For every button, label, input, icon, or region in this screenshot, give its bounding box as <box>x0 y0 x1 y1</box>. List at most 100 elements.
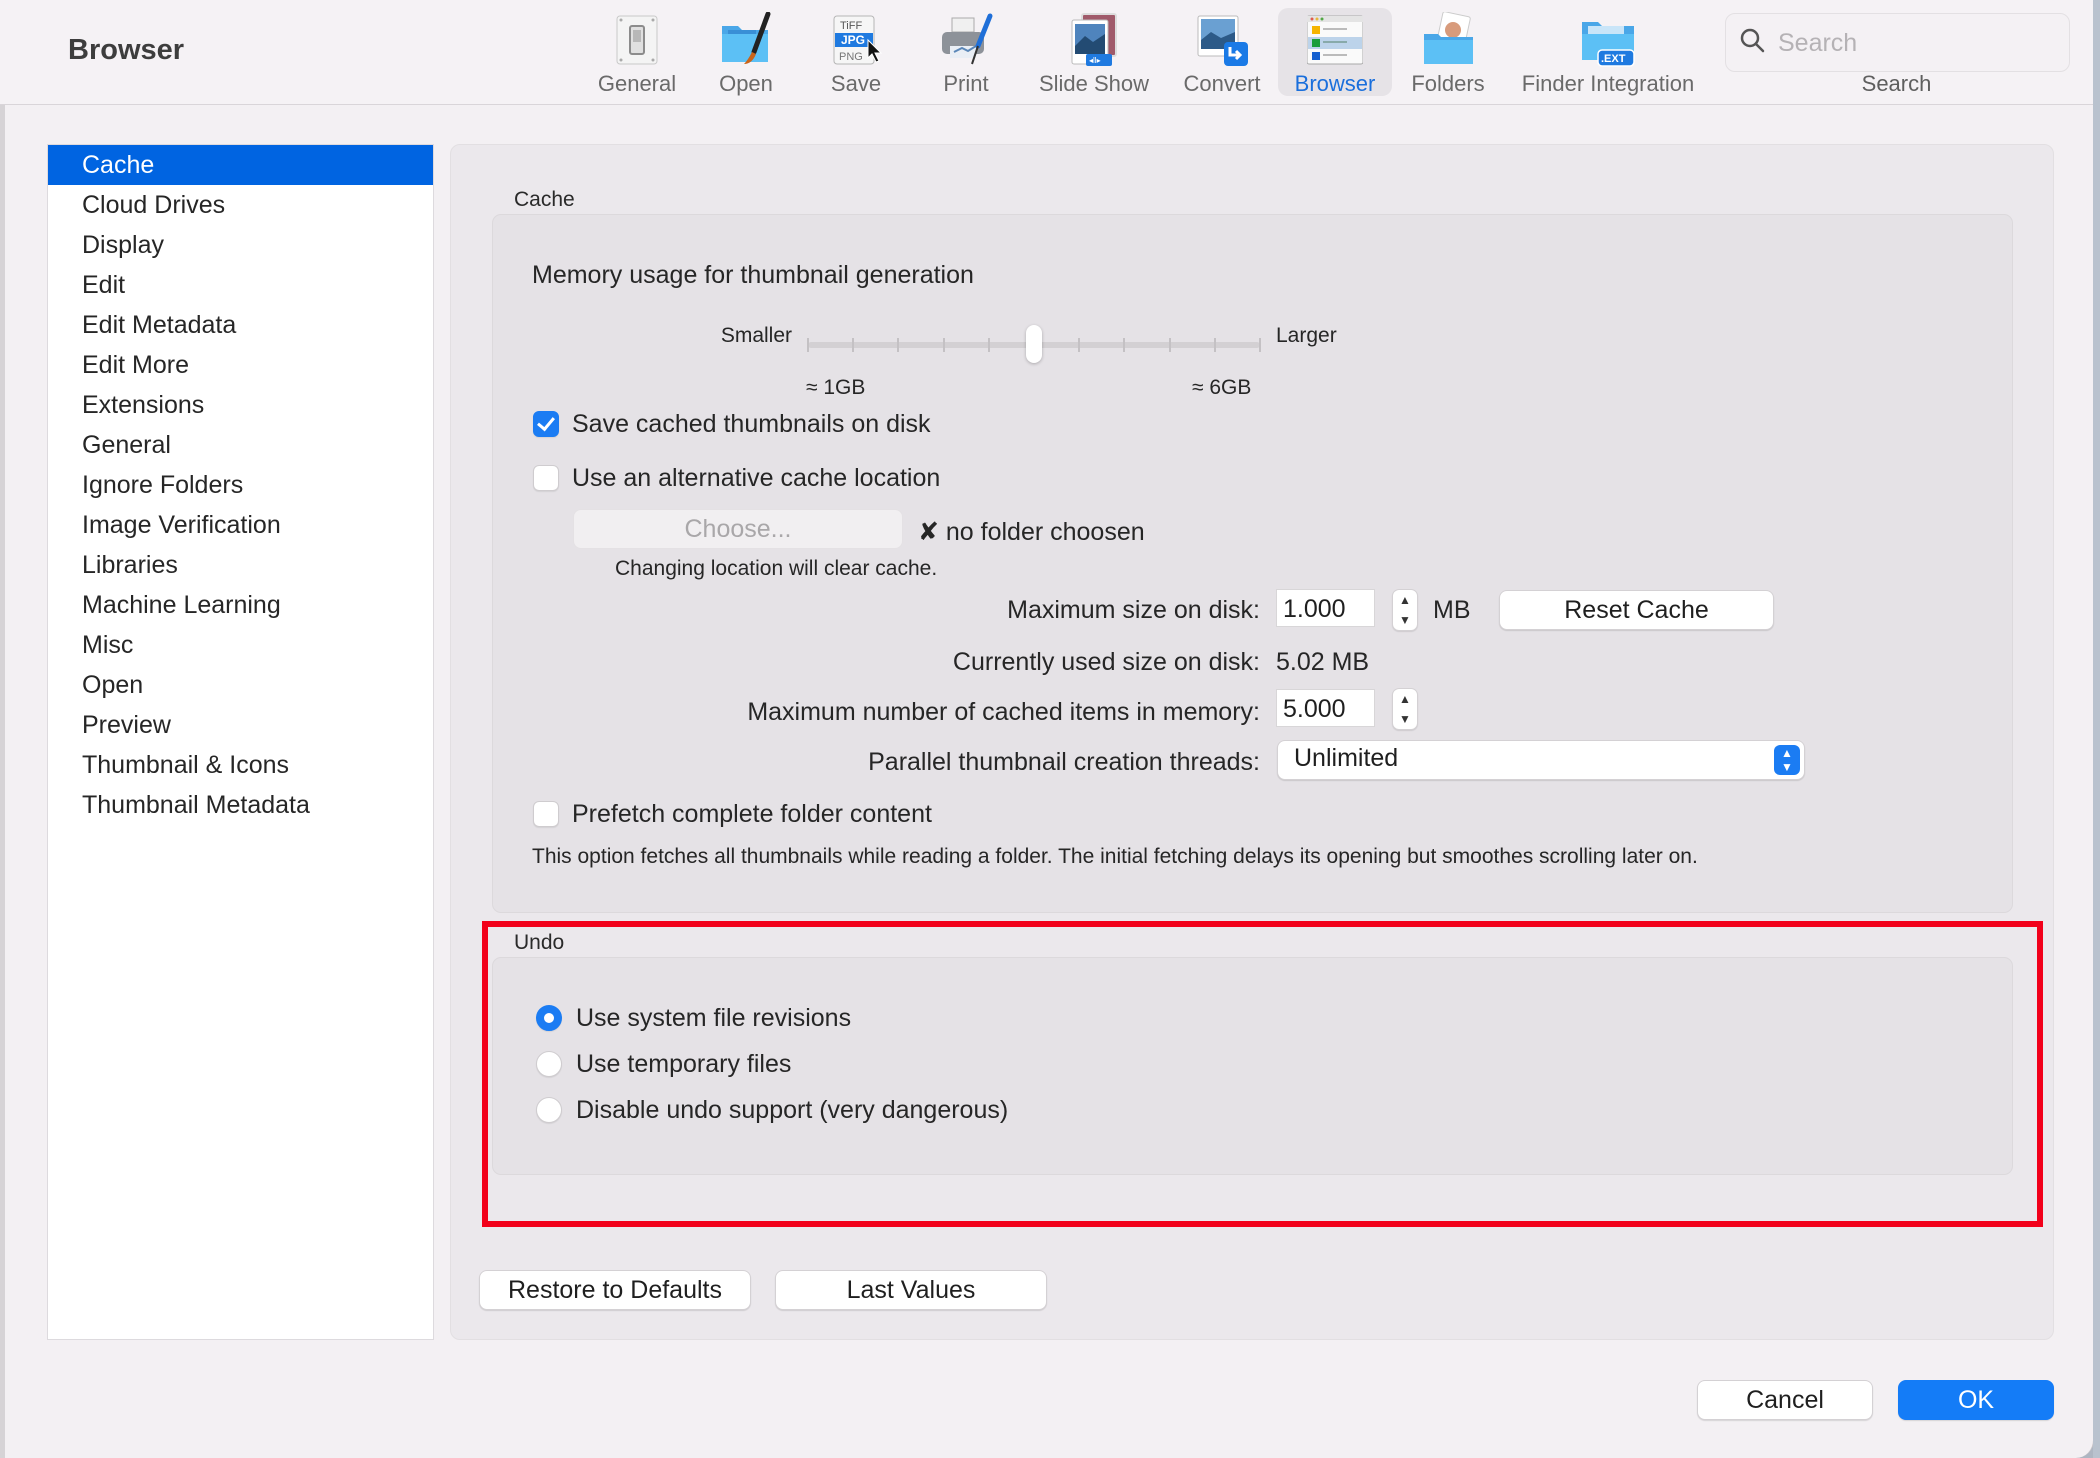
sidebar-item-thumbnail-icons[interactable]: Thumbnail & Icons <box>48 745 433 785</box>
toolbar-label: Browser <box>1294 71 1376 96</box>
svg-text:◂ll▸: ◂ll▸ <box>1089 56 1101 65</box>
toolbar-open[interactable]: Open <box>706 8 786 96</box>
slider-min-label: Smaller <box>720 324 792 347</box>
search-input[interactable] <box>1776 24 2060 62</box>
max-items-stepper[interactable]: ▲ ▼ <box>1392 688 1418 730</box>
slider-thumb[interactable] <box>1026 325 1042 363</box>
sidebar-item-machine-learning[interactable]: Machine Learning <box>48 585 433 625</box>
slider-tick <box>1168 338 1171 352</box>
slider-low-value: ≈ 1GB <box>806 376 866 399</box>
desktop-background <box>2093 0 2100 1458</box>
window-title: Browser <box>68 34 185 66</box>
restore-defaults-button[interactable]: Restore to Defaults <box>479 1270 751 1310</box>
ok-button[interactable]: OK <box>1898 1380 2054 1420</box>
sidebar-item-general[interactable]: General <box>48 425 433 465</box>
annotation-highlight-box <box>482 921 2043 1227</box>
toolbar-label: Convert <box>1183 71 1261 96</box>
max-size-label: Maximum size on disk: <box>1007 596 1260 624</box>
threads-select-value: Unlimited <box>1294 744 1399 772</box>
slider-tick <box>942 338 945 352</box>
alt-cache-location-checkbox[interactable] <box>533 465 559 491</box>
prefetch-note: This option fetches all thumbnails while… <box>532 845 1698 868</box>
folder-photo-icon <box>1420 11 1476 68</box>
choose-folder-button[interactable]: Choose... <box>573 509 903 549</box>
sidebar-item-edit[interactable]: Edit <box>48 265 433 305</box>
last-values-button[interactable]: Last Values <box>775 1270 1047 1310</box>
threads-label: Parallel thumbnail creation threads: <box>868 748 1260 776</box>
max-size-input[interactable]: 1.000 <box>1276 589 1375 627</box>
max-size-unit: MB <box>1433 596 1471 624</box>
sidebar-item-image-verification[interactable]: Image Verification <box>48 505 433 545</box>
sidebar-item-thumbnail-metadata[interactable]: Thumbnail Metadata <box>48 785 433 825</box>
browser-list-icon <box>1306 12 1364 68</box>
toolbar-browser[interactable]: Browser <box>1278 8 1392 96</box>
printer-icon <box>938 12 994 68</box>
toolbar-save[interactable]: TiFF JPG PNG Save <box>816 8 896 96</box>
memory-usage-title: Memory usage for thumbnail generation <box>532 261 974 289</box>
sidebar-item-misc[interactable]: Misc <box>48 625 433 665</box>
cancel-button[interactable]: Cancel <box>1697 1380 1873 1420</box>
toolbar: Browser General Open TiFF JPG PNG Save Pri… <box>0 0 2093 105</box>
alt-cache-location-label: Use an alternative cache location <box>572 464 941 492</box>
toolbar-convert[interactable]: Convert <box>1178 8 1266 96</box>
preferences-window: Browser General Open TiFF JPG PNG Save Pri… <box>0 0 2094 1458</box>
chevron-down-icon[interactable]: ▼ <box>1393 709 1417 729</box>
slider-tick <box>852 338 855 352</box>
search-icon <box>1739 27 1767 60</box>
sidebar-item-cloud-drives[interactable]: Cloud Drives <box>48 185 433 225</box>
chevron-up-icon[interactable]: ▲ <box>1393 689 1417 709</box>
file-formats-icon: TiFF JPG PNG <box>828 12 884 68</box>
used-size-value: 5.02 MB <box>1276 648 1370 676</box>
toolbar-folders[interactable]: Folders <box>1404 8 1492 96</box>
sidebar-item-preview[interactable]: Preview <box>48 705 433 745</box>
chevron-down-icon[interactable]: ▼ <box>1393 610 1417 630</box>
cache-group-label: Cache <box>514 188 575 211</box>
folder-ext-icon: .EXT <box>1580 12 1636 68</box>
window-edge <box>0 0 5 1458</box>
sidebar-item-cache[interactable]: Cache <box>48 145 433 185</box>
reset-cache-button[interactable]: Reset Cache <box>1499 590 1774 630</box>
sidebar-item-extensions[interactable]: Extensions <box>48 385 433 425</box>
max-size-stepper[interactable]: ▲ ▼ <box>1392 589 1418 631</box>
toggle-switch-icon <box>609 12 665 68</box>
sidebar-item-edit-more[interactable]: Edit More <box>48 345 433 385</box>
toolbar-label: Save <box>830 71 882 96</box>
sidebar-list: Cache Cloud Drives Display Edit Edit Metadat… <box>47 144 434 1340</box>
save-thumbnails-label: Save cached thumbnails on disk <box>572 410 931 438</box>
search-field[interactable] <box>1725 13 2070 72</box>
used-size-label: Currently used size on disk: <box>952 648 1260 676</box>
toolbar-label: Finder Integration <box>1521 71 1695 96</box>
sidebar-item-open[interactable]: Open <box>48 665 433 705</box>
slider-high-value: ≈ 6GB <box>1192 376 1252 399</box>
toolbar-label: Open <box>719 71 773 96</box>
slider-tick <box>1078 338 1081 352</box>
prefetch-checkbox[interactable] <box>533 801 559 827</box>
svg-text:JPG: JPG <box>841 33 865 47</box>
sidebar-item-edit-metadata[interactable]: Edit Metadata <box>48 305 433 345</box>
folder-brush-icon <box>718 11 774 68</box>
max-items-input[interactable]: 5.000 <box>1276 689 1375 727</box>
slider-tick <box>987 338 990 352</box>
sidebar-item-display[interactable]: Display <box>48 225 433 265</box>
memory-slider[interactable] <box>800 320 1266 366</box>
select-arrows-icon: ▲ ▼ <box>1774 745 1800 775</box>
toolbar-finder-integration[interactable]: .EXT Finder Integration <box>1508 8 1708 96</box>
sidebar-item-ignore-folders[interactable]: Ignore Folders <box>48 465 433 505</box>
toolbar-general[interactable]: General <box>592 8 682 96</box>
slider-tick <box>1259 338 1261 352</box>
toolbar-print[interactable]: Print <box>926 8 1006 96</box>
toolbar-slide-show[interactable]: ◂ll▸ Slide Show <box>1032 8 1156 96</box>
location-note: Changing location will clear cache. <box>615 557 938 580</box>
toolbar-label: Print <box>943 71 989 96</box>
chevron-up-icon[interactable]: ▲ <box>1393 590 1417 610</box>
svg-text:.EXT: .EXT <box>1601 53 1626 65</box>
search-label: Search <box>1861 71 1932 96</box>
threads-select[interactable]: Unlimited ▲ ▼ <box>1277 740 1805 780</box>
slider-tick <box>807 338 809 352</box>
slider-max-label: Larger <box>1276 324 1337 347</box>
toolbar-label: General <box>597 71 677 96</box>
sidebar-item-libraries[interactable]: Libraries <box>48 545 433 585</box>
prefetch-label: Prefetch complete folder content <box>572 800 932 828</box>
save-thumbnails-checkbox[interactable] <box>533 411 559 437</box>
slideshow-icon: ◂ll▸ <box>1066 12 1122 68</box>
